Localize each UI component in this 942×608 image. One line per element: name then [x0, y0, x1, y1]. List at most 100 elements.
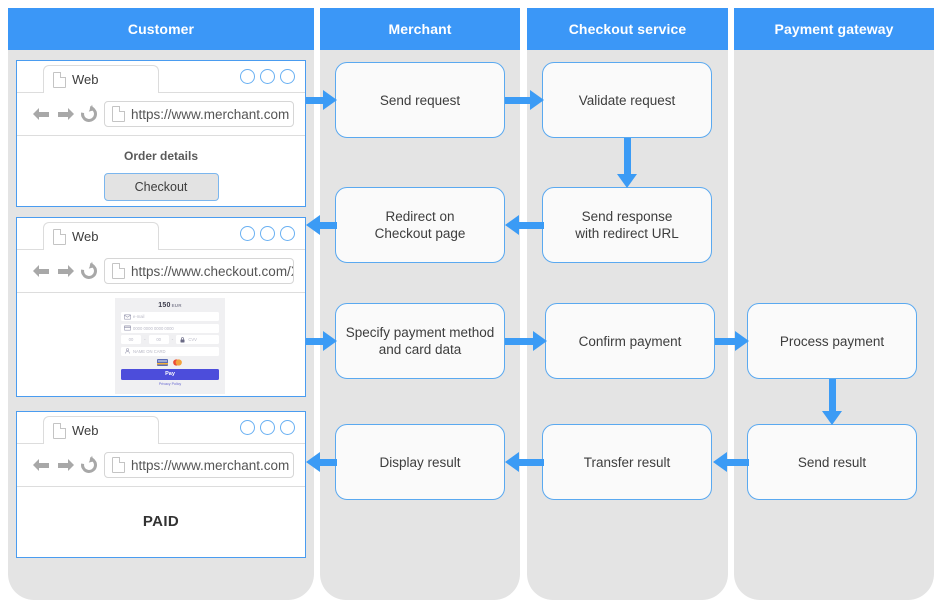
- url-bar[interactable]: https://www.merchant.com: [104, 452, 294, 478]
- process-box-redirect-on-checkout-page[interactable]: Redirect on Checkout page: [335, 187, 505, 263]
- process-box-specify-payment-method[interactable]: Specify payment method and card data: [335, 303, 505, 379]
- process-box-send-result[interactable]: Send result: [747, 424, 917, 500]
- browser-navbar: https://www.merchant.com: [17, 444, 305, 487]
- browser-content-payment-form: 150EUR e-mail 0000 0000 0000 0000 00 - 0…: [17, 293, 305, 396]
- process-box-send-response-with-redirect-url[interactable]: Send response with redirect URL: [542, 187, 712, 263]
- name-on-card-field[interactable]: NAME ON CARD: [121, 346, 219, 356]
- credit-card-icon: [124, 325, 131, 331]
- window-controls: [240, 226, 295, 241]
- lock-icon: [180, 336, 185, 342]
- back-arrow-icon[interactable]: [33, 458, 50, 472]
- arrow-specify-payment-to-confirm-payment: [505, 331, 547, 351]
- mastercard-icon: [173, 358, 182, 366]
- email-field[interactable]: e-mail: [121, 312, 219, 321]
- browser-tab-label: Web: [72, 72, 99, 87]
- page-document-icon: [112, 106, 125, 122]
- close-circle-icon[interactable]: [280, 420, 295, 435]
- url-bar[interactable]: https://www.merchant.com: [104, 101, 294, 127]
- arrow-validate-request-to-send-response: [617, 138, 637, 188]
- payment-form-widget[interactable]: 150EUR e-mail 0000 0000 0000 0000 00 - 0…: [115, 298, 225, 394]
- browser-tabbar: Web: [17, 218, 305, 250]
- swimlane-header-merchant: Merchant: [320, 8, 520, 50]
- expiry-year-field[interactable]: 00: [148, 335, 169, 344]
- page-document-icon: [112, 263, 125, 279]
- process-box-display-result[interactable]: Display result: [335, 424, 505, 500]
- process-box-validate-request[interactable]: Validate request: [542, 62, 712, 138]
- minimize-circle-icon[interactable]: [240, 226, 255, 241]
- process-box-transfer-result[interactable]: Transfer result: [542, 424, 712, 500]
- cvv-placeholder: CVV: [188, 337, 197, 342]
- forward-arrow-icon[interactable]: [57, 458, 74, 472]
- process-box-process-payment[interactable]: Process payment: [747, 303, 917, 379]
- browser-tab[interactable]: Web: [43, 65, 159, 93]
- arrow-send-response-to-redirect: [505, 215, 544, 235]
- payment-result-text: PAID: [142, 513, 180, 530]
- browser-window-merchant-result[interactable]: Web https://www.merchant.com PAID: [16, 411, 306, 558]
- swimlane-header-customer: Customer: [8, 8, 314, 50]
- close-circle-icon[interactable]: [280, 226, 295, 241]
- arrow-redirect-to-customer: [306, 215, 337, 235]
- card-number-placeholder: 0000 0000 0000 0000: [133, 325, 174, 331]
- person-icon: [125, 348, 130, 354]
- checkout-button[interactable]: Checkout: [103, 173, 219, 201]
- swimlane-header-payment-gateway: Payment gateway: [734, 8, 934, 50]
- close-circle-icon[interactable]: [280, 69, 295, 84]
- arrow-transfer-result-to-display-result: [505, 452, 544, 472]
- email-row: e-mail: [121, 312, 219, 321]
- payment-amount-value: 150: [158, 302, 171, 309]
- forward-arrow-icon[interactable]: [57, 107, 74, 121]
- maximize-circle-icon[interactable]: [260, 420, 275, 435]
- back-arrow-icon[interactable]: [33, 107, 50, 121]
- minimize-circle-icon[interactable]: [240, 69, 255, 84]
- browser-navbar: https://www.checkout.com/XYZ: [17, 250, 305, 293]
- process-box-send-request[interactable]: Send request: [335, 62, 505, 138]
- maestro-card-icon: [157, 358, 168, 366]
- browser-content-result: PAID: [17, 487, 305, 557]
- window-controls: [240, 69, 295, 84]
- browser-tabbar: Web: [17, 412, 305, 444]
- forward-arrow-icon[interactable]: [57, 264, 74, 278]
- expiry-separator: -: [144, 336, 146, 343]
- url-text: https://www.checkout.com/XYZ: [131, 263, 293, 279]
- arrow-confirm-payment-to-process-payment: [715, 331, 749, 351]
- swimlane-header-checkout-service: Checkout service: [527, 8, 728, 50]
- expiry-cvv-row: 00 - 00 - CVV: [121, 335, 219, 344]
- maximize-circle-icon[interactable]: [260, 226, 275, 241]
- browser-window-merchant-order[interactable]: Web https://www.merchant.com Order detai…: [16, 60, 306, 207]
- expiry-separator: -: [171, 336, 174, 343]
- browser-tab-label: Web: [72, 423, 99, 438]
- page-document-icon: [53, 71, 66, 88]
- envelope-icon: [124, 314, 131, 319]
- process-box-confirm-payment[interactable]: Confirm payment: [545, 303, 715, 379]
- payment-amount: 150EUR: [121, 302, 219, 309]
- arrow-send-request-to-validate-request: [505, 90, 544, 110]
- minimize-circle-icon[interactable]: [240, 420, 255, 435]
- browser-window-checkout-page[interactable]: Web https://www.checkout.com/XYZ 150EUR: [16, 217, 306, 397]
- browser-tabbar: Web: [17, 61, 305, 93]
- browser-tab[interactable]: Web: [43, 222, 159, 250]
- browser-tab[interactable]: Web: [43, 416, 159, 444]
- back-arrow-icon[interactable]: [33, 264, 50, 278]
- arrow-display-result-to-customer: [306, 452, 337, 472]
- url-text: https://www.merchant.com: [131, 106, 290, 122]
- reload-icon[interactable]: [77, 102, 101, 126]
- email-placeholder: e-mail: [133, 314, 145, 319]
- card-brand-logos: [121, 358, 219, 366]
- order-details-title: Order details: [123, 149, 199, 163]
- browser-content-order-details: Order details Checkout: [17, 136, 305, 206]
- flow-diagram-canvas: Customer Merchant Checkout service Payme…: [0, 0, 942, 608]
- reload-icon[interactable]: [77, 453, 101, 477]
- arrow-process-payment-to-send-result: [822, 379, 842, 425]
- card-number-field[interactable]: 0000 0000 0000 0000: [121, 323, 219, 333]
- reload-icon[interactable]: [77, 259, 101, 283]
- page-document-icon: [53, 422, 66, 439]
- name-on-card-placeholder: NAME ON CARD: [133, 348, 166, 354]
- url-bar[interactable]: https://www.checkout.com/XYZ: [104, 258, 294, 284]
- maximize-circle-icon[interactable]: [260, 69, 275, 84]
- cvv-field[interactable]: CVV: [176, 335, 219, 344]
- privacy-policy-link[interactable]: Privacy Policy: [121, 382, 219, 386]
- page-document-icon: [112, 457, 125, 473]
- pay-button[interactable]: Pay: [121, 368, 219, 380]
- url-text: https://www.merchant.com: [131, 457, 290, 473]
- expiry-month-field[interactable]: 00: [121, 335, 141, 344]
